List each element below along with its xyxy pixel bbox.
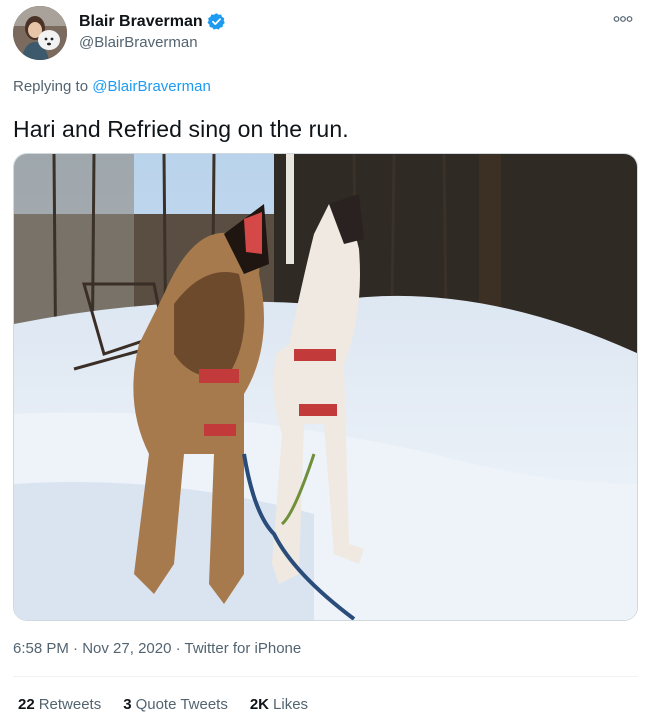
author-name-row[interactable]: Blair Braverman <box>79 12 226 31</box>
tweet-header: Blair Braverman @BlairBraverman <box>13 6 638 62</box>
tweet-date[interactable]: Nov 27, 2020 <box>82 640 171 657</box>
retweets-label: Retweets <box>38 696 102 713</box>
tweet-text: Hari and Refried sing on the run. <box>13 116 349 142</box>
quote-tweets-stat[interactable]: 3 Quote Tweets <box>123 696 228 713</box>
reply-mention-link[interactable]: @BlairBraverman <box>92 78 211 95</box>
author-handle[interactable]: @BlairBraverman <box>79 34 198 51</box>
retweets-count: 22 <box>18 696 35 713</box>
likes-count: 2K <box>249 696 270 713</box>
meta-separator: · <box>68 640 83 657</box>
more-options-icon[interactable] <box>610 10 636 28</box>
tweet-stats: 22 Retweets 3 Quote Tweets 2K Likes <box>18 696 330 713</box>
author-display-name[interactable]: Blair Braverman <box>79 13 203 31</box>
retweets-stat[interactable]: 22 Retweets <box>18 696 101 713</box>
quote-tweets-label: Quote Tweets <box>135 696 228 713</box>
meta-separator: · <box>171 640 185 657</box>
likes-stat[interactable]: 2K Likes <box>250 696 308 713</box>
tweet-metadata: 6:58 PM · Nov 27, 2020 · Twitter for iPh… <box>13 640 301 657</box>
divider <box>13 676 638 677</box>
replying-to-prefix: Replying to <box>13 78 93 95</box>
avatar[interactable] <box>13 6 67 60</box>
photo-dogs-howling-illustration <box>14 154 637 620</box>
tweet-time[interactable]: 6:58 PM <box>13 640 69 657</box>
likes-label: Likes <box>273 696 309 713</box>
tweet-source[interactable]: Twitter for iPhone <box>185 640 302 657</box>
verified-badge-icon <box>207 12 226 31</box>
tweet-photo[interactable] <box>13 153 638 621</box>
replying-to: Replying to @BlairBraverman <box>13 78 211 95</box>
quote-tweets-count: 3 <box>123 696 132 713</box>
